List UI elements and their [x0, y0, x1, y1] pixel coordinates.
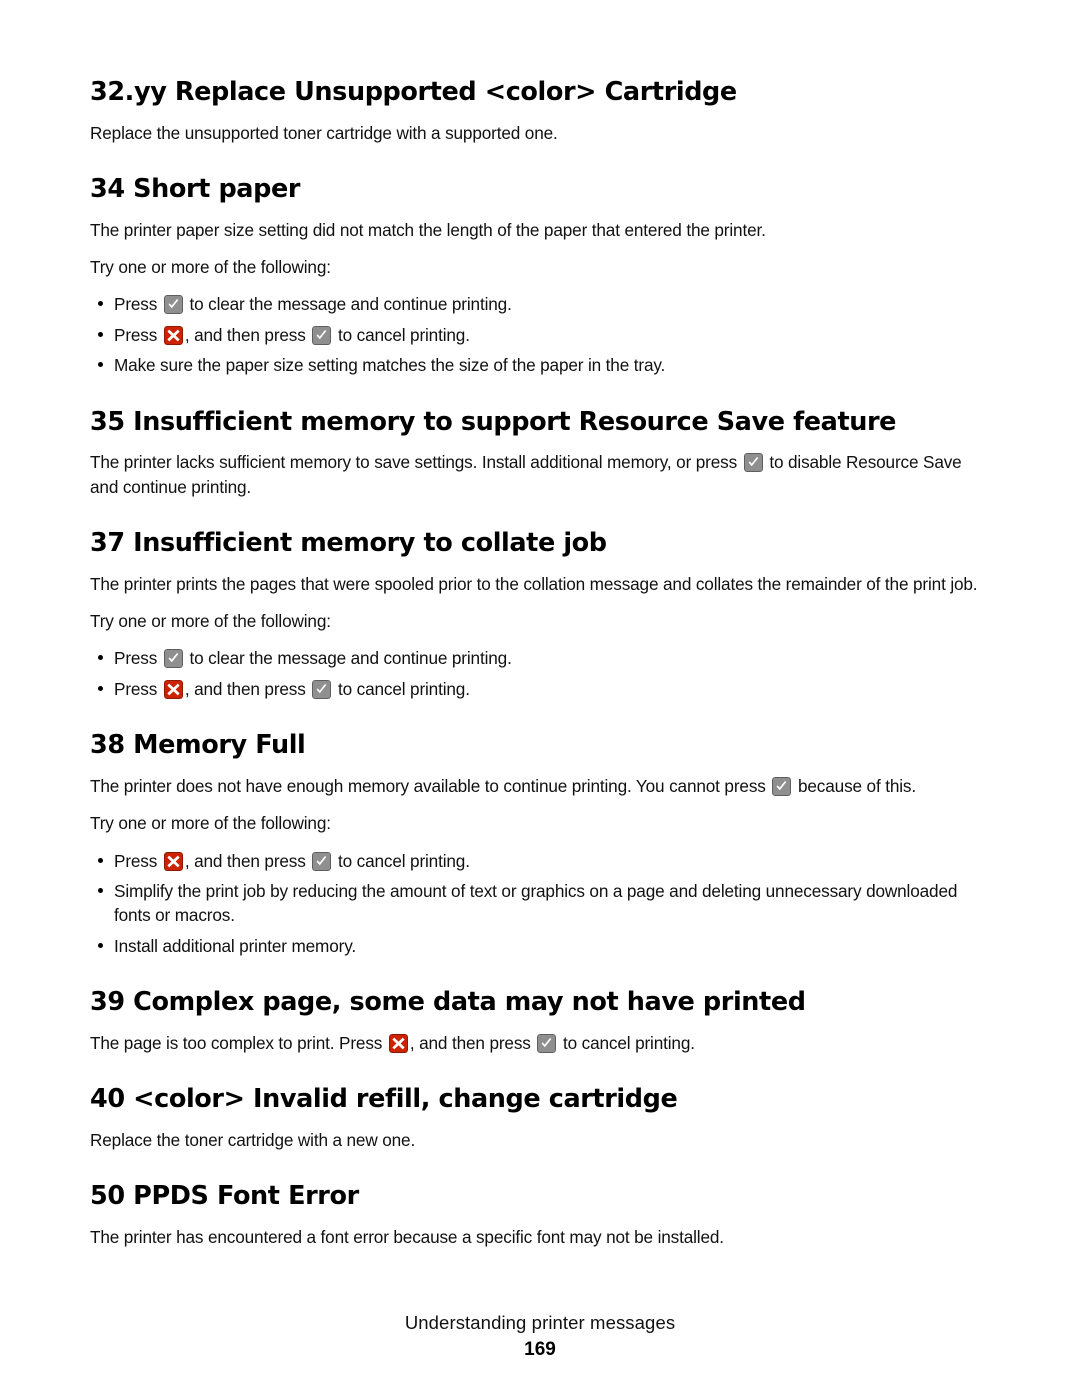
- section-paragraph: The printer does not have enough memory …: [90, 774, 990, 798]
- bullet-list: Press to clear the message and continue …: [90, 292, 990, 377]
- section-heading: 40 <color> Invalid refill, change cartri…: [90, 1084, 678, 1115]
- section-paragraph: The page is too complex to print. Press …: [90, 1031, 990, 1055]
- section-msg-35: 35 Insufficient memory to support Resour…: [90, 408, 990, 499]
- list-item: Press to clear the message and continue …: [90, 646, 990, 670]
- list-item: Press , and then press to cancel printin…: [90, 323, 990, 347]
- check-key-icon: [772, 776, 792, 796]
- list-item: Press , and then press to cancel printin…: [90, 849, 990, 873]
- bullet-text: , and then press: [184, 324, 306, 345]
- section-msg-39: 39 Complex page, some data may not have …: [90, 988, 990, 1055]
- list-item: Press to clear the message and continue …: [90, 292, 990, 316]
- check-key-icon: [312, 325, 332, 345]
- check-key-icon: [163, 649, 183, 669]
- section-paragraph: Try one or more of the following:: [90, 610, 331, 631]
- stop-key-icon: [388, 1033, 408, 1053]
- check-key-icon: [743, 453, 763, 473]
- page-number: 169: [524, 1339, 556, 1360]
- section-paragraph: Try one or more of the following:: [90, 813, 331, 834]
- stop-key-icon: [163, 325, 183, 345]
- bullet-text: Press: [114, 648, 158, 669]
- bullet-list: Press to clear the message and continue …: [90, 646, 990, 701]
- bullet-text: Install additional printer memory.: [114, 935, 356, 956]
- bullet-text: Press: [114, 678, 158, 699]
- stop-key-icon: [163, 679, 183, 699]
- stop-key-icon: [163, 851, 183, 871]
- paragraph-text: The page is too complex to print. Press: [90, 1032, 383, 1053]
- check-key-icon: [537, 1033, 557, 1053]
- document-page: 32.yy Replace Unsupported <color> Cartri…: [0, 0, 1080, 1397]
- section-heading: 38 Memory Full: [90, 730, 306, 761]
- section-msg-40: 40 <color> Invalid refill, change cartri…: [90, 1085, 990, 1152]
- list-item: Simplify the print job by reducing the a…: [90, 879, 990, 928]
- section-paragraph: The printer prints the pages that were s…: [90, 573, 978, 594]
- page-footer: Understanding printer messages 169: [0, 1311, 1080, 1361]
- section-paragraph: Replace the toner cartridge with a new o…: [90, 1129, 416, 1150]
- section-heading: 34 Short paper: [90, 173, 301, 204]
- section-heading: 32.yy Replace Unsupported <color> Cartri…: [90, 77, 737, 107]
- bullet-text: Press: [114, 324, 158, 345]
- check-key-icon: [312, 679, 332, 699]
- section-paragraph: The printer lacks sufficient memory to s…: [90, 450, 990, 499]
- paragraph-text: The printer does not have enough memory …: [90, 775, 766, 796]
- section-paragraph: Replace the unsupported toner cartridge …: [90, 122, 558, 143]
- section-msg-38: 38 Memory Full The printer does not have…: [90, 731, 990, 958]
- check-key-icon: [312, 851, 332, 871]
- bullet-text: Press: [114, 294, 158, 315]
- section-heading: 35 Insufficient memory to support Resour…: [90, 406, 897, 437]
- section-heading: 39 Complex page, some data may not have …: [90, 987, 806, 1018]
- section-heading: 50 PPDS Font Error: [90, 1181, 359, 1212]
- section-msg-37: 37 Insufficient memory to collate job Th…: [90, 529, 990, 701]
- section-paragraph: The printer paper size setting did not m…: [90, 219, 766, 240]
- section-msg-50: 50 PPDS Font Error The printer has encou…: [90, 1182, 990, 1249]
- bullet-text: to clear the message and continue printi…: [189, 294, 512, 315]
- section-paragraph: Try one or more of the following:: [90, 256, 331, 277]
- bullet-text: to clear the message and continue printi…: [189, 648, 512, 669]
- section-heading: 37 Insufficient memory to collate job: [90, 528, 607, 559]
- bullet-text: Press: [114, 850, 158, 871]
- section-msg-32yy: 32.yy Replace Unsupported <color> Cartri…: [90, 78, 990, 145]
- page-content: 32.yy Replace Unsupported <color> Cartri…: [90, 78, 990, 1249]
- paragraph-text: because of this.: [797, 775, 916, 796]
- bullet-list: Press , and then press to cancel printin…: [90, 849, 990, 959]
- list-item: Make sure the paper size setting matches…: [90, 353, 990, 377]
- section-paragraph: The printer has encountered a font error…: [90, 1226, 724, 1247]
- bullet-text: , and then press: [184, 850, 306, 871]
- bullet-text: Make sure the paper size setting matches…: [114, 355, 666, 376]
- paragraph-text: , and then press: [409, 1032, 531, 1053]
- paragraph-text: to cancel printing.: [563, 1032, 695, 1053]
- list-item: Install additional printer memory.: [90, 934, 990, 958]
- bullet-text: Simplify the print job by reducing the a…: [114, 881, 958, 926]
- bullet-text: , and then press: [184, 678, 306, 699]
- section-msg-34: 34 Short paper The printer paper size se…: [90, 175, 990, 378]
- footer-chapter-title: Understanding printer messages: [404, 1311, 676, 1333]
- bullet-text: to cancel printing.: [337, 324, 470, 345]
- bullet-text: to cancel printing.: [337, 850, 470, 871]
- bullet-text: to cancel printing.: [337, 678, 470, 699]
- list-item: Press , and then press to cancel printin…: [90, 677, 990, 701]
- check-key-icon: [163, 295, 183, 315]
- paragraph-text: The printer lacks sufficient memory to s…: [90, 452, 738, 473]
